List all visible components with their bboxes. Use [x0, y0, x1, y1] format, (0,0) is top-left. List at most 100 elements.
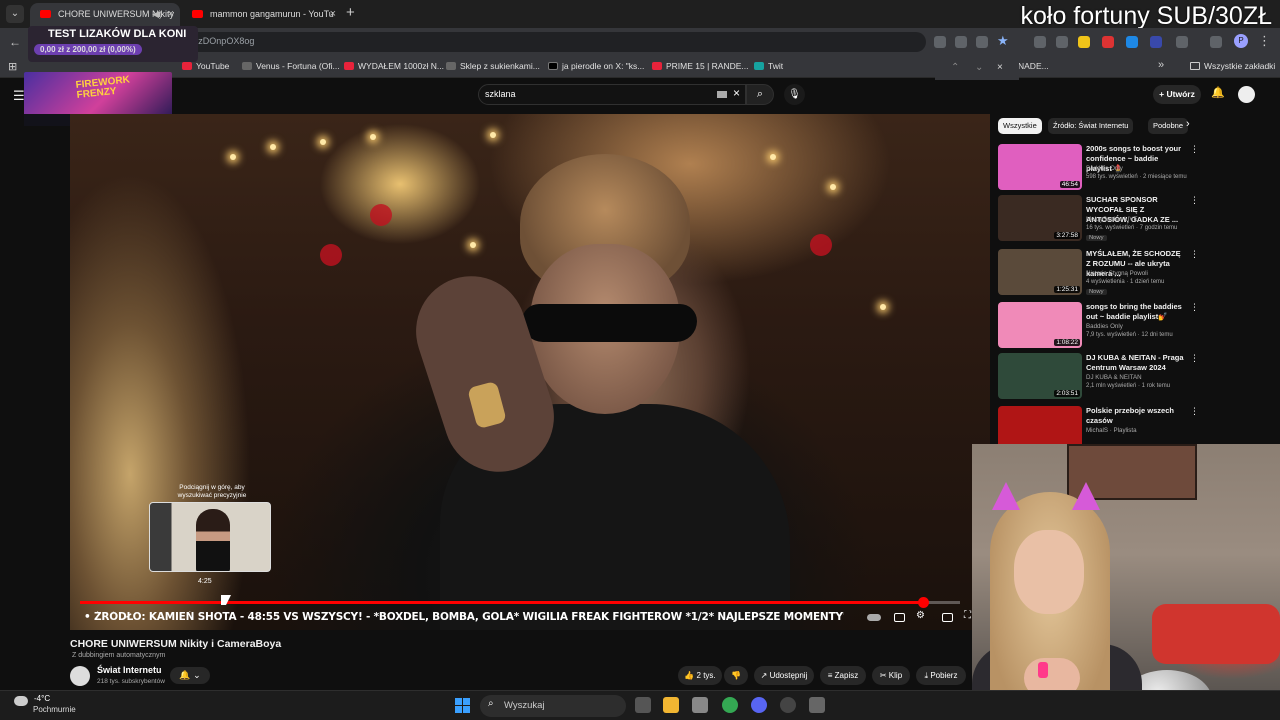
chip-similar[interactable]: Podobne [1148, 118, 1189, 134]
bookmark-star-icon[interactable]: ★ [997, 33, 1009, 49]
tab-active[interactable]: CHORE UNIWERSUM Nikity ◀) × [30, 3, 180, 28]
create-button[interactable]: + Utwórz [1153, 85, 1201, 104]
search-button[interactable]: ⌕ [746, 84, 774, 105]
dislike-button[interactable]: 👎 [724, 666, 748, 685]
download-button[interactable]: ⤓ Pobierz [916, 666, 966, 685]
bookmark-item[interactable]: WYDAŁEM 1000zł N... [344, 61, 444, 71]
recommendation-item[interactable]: 1:25:31 MYŚLAŁEM, ŻE SCHODZĘ Z ROZUMU -- … [998, 249, 1268, 299]
recommendation-item[interactable]: 2:03:51 DJ KUBA & NEITAN - Praga Centrum … [998, 353, 1268, 403]
recommendation-title[interactable]: Polskie przeboje wszech czasów [1086, 406, 1186, 426]
recommendation-channel[interactable]: DJ KUBA & NEITAN [1086, 374, 1142, 381]
recommendation-item[interactable]: 3:27:58 SUCHAR SPONSOR WYCOFAŁ SIĘ Z ANTO… [998, 195, 1268, 245]
bookmark-item[interactable]: PRIME 15 | RANDE... [652, 61, 749, 71]
recommendation-channel[interactable]: Historie Stygną Powoli [1086, 270, 1148, 277]
clip-button[interactable]: ✂ Klip [872, 666, 910, 685]
close-tab-icon[interactable]: × [330, 3, 336, 25]
more-options-icon[interactable]: ⋮ [1190, 249, 1199, 260]
subscription-bell-button[interactable]: 🔔 ⌄ [170, 667, 210, 684]
address-bar[interactable]: youtube.com/watch?v=izDOnpOX8og [86, 32, 926, 52]
keyboard-icon[interactable] [717, 91, 727, 98]
recommendation-thumbnail[interactable]: 1:08:22 [998, 302, 1082, 348]
recommendation-channel[interactable]: Baddies Only [1086, 323, 1123, 330]
task-view-icon[interactable] [635, 697, 651, 713]
weather-temperature[interactable]: -4°C [34, 694, 50, 703]
extensions-puzzle-icon[interactable] [1176, 36, 1188, 48]
recommendation-item[interactable]: 1:08:22 songs to bring the baddies out ~ … [998, 302, 1268, 352]
chip-all[interactable]: Wszystkie [998, 118, 1042, 134]
more-options-icon[interactable]: ⋮ [1190, 302, 1199, 313]
zoom-icon[interactable] [976, 36, 988, 48]
app-icon[interactable] [692, 697, 708, 713]
extension-icon[interactable] [1126, 36, 1138, 48]
miniplayer-icon[interactable] [942, 613, 953, 622]
app-icon[interactable] [780, 697, 796, 713]
find-next-icon[interactable]: ⌄ [975, 62, 983, 73]
bookmark-item[interactable]: ja pierodle on X: "ks... [548, 61, 644, 71]
file-explorer-icon[interactable] [663, 697, 679, 713]
progress-bar[interactable] [80, 597, 960, 608]
channel-avatar[interactable] [70, 666, 90, 686]
chips-next-icon[interactable]: › [1186, 118, 1190, 130]
extension-icon[interactable] [1150, 36, 1162, 48]
reading-list-icon[interactable] [1210, 36, 1222, 48]
bookmark-item[interactable]: Venus - Fortuna (Ofi... [242, 61, 340, 71]
profile-avatar[interactable]: P [1234, 34, 1248, 48]
share-button[interactable]: ↗ Udostępnij [754, 666, 814, 685]
discord-icon[interactable] [751, 697, 767, 713]
apps-grid-icon[interactable]: ⊞ [8, 60, 17, 73]
tab-inactive[interactable]: mammon gangamurun - YouTu × [182, 3, 342, 28]
new-tab-button[interactable]: + [346, 4, 355, 21]
recommendation-channel[interactable]: MokrySuchar LIVE [1086, 216, 1138, 223]
chrome-icon[interactable] [722, 697, 738, 713]
all-bookmarks-button[interactable]: Wszystkie zakładki [1190, 61, 1275, 71]
recommendation-thumbnail[interactable]: 2:03:51 [998, 353, 1082, 399]
search-input[interactable]: szklana × [478, 84, 746, 105]
notifications-bell-icon[interactable]: 🔔 [1211, 86, 1225, 99]
clear-search-icon[interactable]: × [733, 86, 740, 100]
fullscreen-icon[interactable]: ⛶ [964, 610, 971, 621]
microphone-icon[interactable]: 🎙 [784, 84, 805, 105]
extension-icon[interactable] [1078, 36, 1090, 48]
taskbar-search[interactable]: ⌕ Wyszukaj [480, 695, 626, 717]
extension-icon[interactable] [1056, 36, 1068, 48]
windows-start-icon[interactable] [455, 698, 470, 713]
bookmark-item[interactable]: YouTube [182, 61, 229, 71]
more-options-icon[interactable]: ⋮ [1190, 195, 1199, 206]
more-options-icon[interactable]: ⋮ [1190, 353, 1199, 364]
account-avatar[interactable] [1238, 86, 1255, 103]
recommendation-channel[interactable]: MichalS · Playlista [1086, 427, 1137, 434]
install-icon[interactable] [955, 36, 967, 48]
recommendation-title[interactable]: DJ KUBA & NEITAN - Praga Centrum Warsaw … [1086, 353, 1186, 373]
more-options-icon[interactable]: ⋮ [1190, 406, 1199, 417]
like-button[interactable]: 👍 2 tys. [678, 666, 722, 685]
recommendation-thumbnail[interactable]: 46:54 [998, 144, 1082, 190]
recommendation-item[interactable]: 46:54 2000s songs to boost your confidenc… [998, 144, 1268, 194]
video-player[interactable]: Podciągnij w górę, aby wyszukiwać precyz… [70, 114, 990, 630]
extension-icon[interactable] [1034, 36, 1046, 48]
more-options-icon[interactable]: ⋮ [1190, 144, 1199, 155]
save-button[interactable]: ≡ Zapisz [820, 666, 866, 685]
chrome-menu-icon[interactable]: ⋮ [1258, 33, 1271, 49]
settings-icon[interactable] [809, 697, 825, 713]
bookmark-item[interactable]: Twit [754, 61, 783, 71]
channel-name[interactable]: Świat Internetu [97, 665, 162, 675]
chip-source[interactable]: Źródło: Świat Internetu [1048, 118, 1134, 134]
extension-icon[interactable] [1102, 36, 1114, 48]
recommendation-title[interactable]: songs to bring the baddies out ~ baddie … [1086, 302, 1186, 322]
weather-description[interactable]: Pochmurnie [33, 705, 76, 714]
recommendation-thumbnail[interactable]: 1:25:31 [998, 249, 1082, 295]
tab-search-button[interactable]: ⌄ [6, 5, 24, 23]
hamburger-menu-icon[interactable]: ☰ [13, 88, 25, 104]
find-close-icon[interactable]: × [997, 62, 1003, 73]
recommendation-thumbnail[interactable]: 3:27:58 [998, 195, 1082, 241]
autoplay-toggle[interactable] [867, 614, 881, 621]
subtitles-icon[interactable] [894, 613, 905, 622]
weather-cloud-icon[interactable] [14, 696, 28, 706]
cast-icon[interactable] [934, 36, 946, 48]
chapter-title[interactable]: • ŹRÓDŁO: KAMIEŃ SHOTA - 48:55 VS WSZYSC… [84, 611, 844, 623]
settings-gear-icon[interactable]: ⚙ [916, 610, 925, 621]
close-tab-icon[interactable]: × [168, 3, 174, 25]
speaker-icon[interactable]: ◀) [152, 3, 162, 25]
find-prev-icon[interactable]: ⌃ [951, 62, 959, 73]
recommendation-channel[interactable]: Baddies Only [1086, 165, 1123, 172]
